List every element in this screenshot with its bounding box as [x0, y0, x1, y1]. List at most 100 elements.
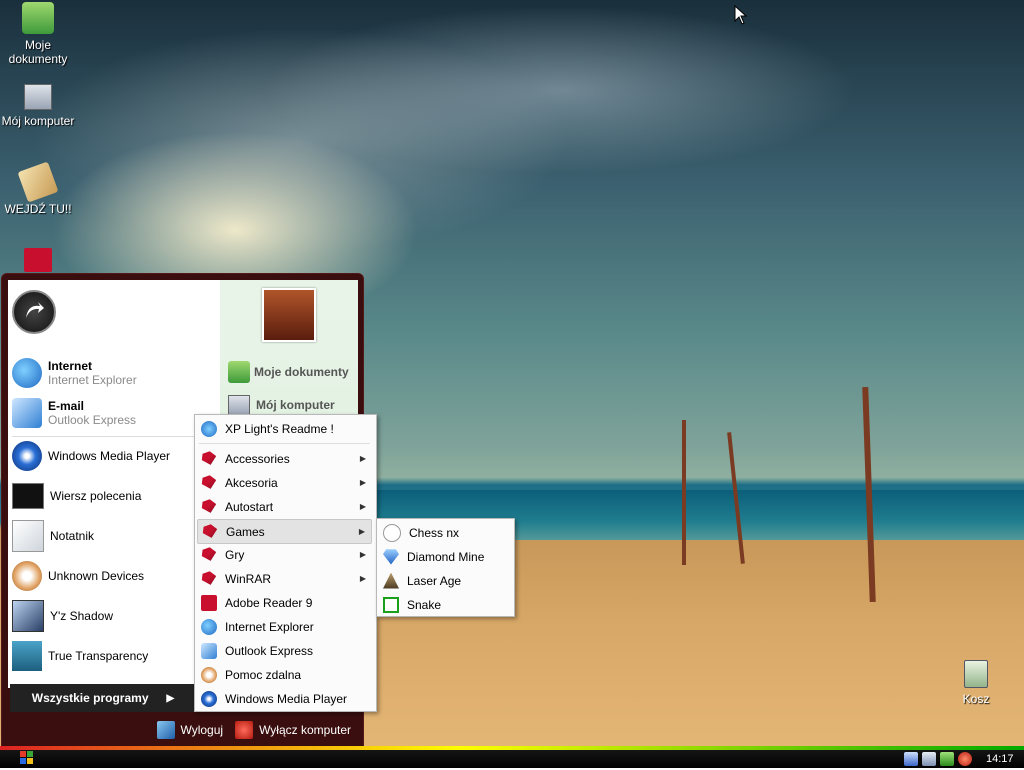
programs-item-label: Outlook Express: [225, 643, 314, 658]
start-menu-left: Internet Internet Explorer E-mail Outloo…: [8, 280, 220, 712]
desktop-icon-label: Moje dokumenty: [8, 38, 68, 66]
games-item-laser-age[interactable]: Laser Age: [379, 569, 510, 592]
programs-item-label: Pomoc zdalna: [225, 667, 302, 682]
desktop-icon-my-computer[interactable]: Mój komputer: [0, 84, 76, 128]
programs-item-label: Gry: [225, 547, 245, 562]
pinned-internet[interactable]: Internet Internet Explorer: [12, 354, 218, 392]
desktop-icon-label: WEJDŹ TU!!: [4, 202, 72, 216]
submenu-arrow-icon: ▶: [359, 574, 366, 583]
recent-command-prompt[interactable]: Wiersz polecenia: [12, 478, 218, 514]
right-item-label: Mój komputer: [256, 398, 335, 412]
mouse-cursor: [734, 5, 748, 25]
pinned-subtitle: Internet Explorer: [48, 373, 137, 387]
system-tray: 14:17: [898, 749, 1024, 768]
recent-windows-media-player[interactable]: Windows Media Player: [12, 438, 218, 474]
recent-true-transparency[interactable]: True Transparency: [12, 638, 218, 674]
programs-menu: XP Light's Readme ! Accessories ▶ Akceso…: [194, 414, 377, 712]
chevron-right-icon: ▶: [166, 692, 175, 704]
recent-label: Wiersz polecenia: [50, 489, 142, 503]
programs-item-label: Internet Explorer: [225, 619, 314, 634]
chess-icon: [383, 523, 401, 542]
adobe-reader-icon: [201, 594, 217, 611]
desktop-icon-recycle-bin[interactable]: Kosz: [938, 660, 1014, 706]
games-item-diamond-mine[interactable]: Diamond Mine: [379, 545, 510, 568]
recent-label: Notatnik: [50, 529, 95, 543]
laser-icon: [383, 572, 399, 589]
programs-item-games[interactable]: Games ▶: [197, 519, 372, 544]
media-player-icon: [12, 441, 42, 471]
start-button[interactable]: [14, 749, 40, 767]
programs-item-gry[interactable]: Gry ▶: [197, 543, 372, 566]
games-item-chess[interactable]: Chess nx: [379, 521, 510, 544]
games-item-snake[interactable]: Snake: [379, 593, 510, 616]
command-prompt-icon: [12, 483, 44, 509]
programs-item-outlook-express[interactable]: Outlook Express: [197, 639, 372, 662]
programs-item-label: Adobe Reader 9: [225, 595, 313, 610]
desktop-icon-label: Mój komputer: [1, 114, 75, 128]
programs-item-akcesoria[interactable]: Akcesoria ▶: [197, 471, 372, 494]
submenu-arrow-icon: ▶: [359, 550, 366, 559]
programs-item-readme[interactable]: XP Light's Readme !: [197, 417, 372, 440]
programs-item-adobe-reader[interactable]: Adobe Reader 9: [197, 591, 372, 614]
security-icon[interactable]: [958, 751, 972, 766]
remote-help-icon: [201, 666, 217, 683]
user-area: [12, 290, 56, 334]
menu-separator: [199, 443, 370, 444]
note-icon: [17, 161, 59, 203]
pinned-email[interactable]: E-mail Outlook Express: [12, 394, 218, 432]
programs-item-remote-help[interactable]: Pomoc zdalna: [197, 663, 372, 686]
clock[interactable]: 14:17: [986, 753, 1014, 765]
right-item-label: Moje dokumenty: [254, 365, 349, 379]
programs-item-autostart[interactable]: Autostart ▶: [197, 495, 372, 518]
recent-unknown-devices[interactable]: Unknown Devices: [12, 558, 218, 594]
programs-item-internet-explorer[interactable]: Internet Explorer: [197, 615, 372, 638]
recent-label: Windows Media Player: [48, 449, 171, 463]
pinned-subtitle: Outlook Express: [48, 413, 137, 427]
logoff-icon: [156, 721, 175, 739]
taskbar-color-strip: [0, 746, 1024, 750]
folder-icon: [201, 499, 217, 513]
windows-logo-icon: [20, 751, 33, 764]
recent-notepad[interactable]: Notatnik: [12, 518, 218, 554]
chess-pieces-avatar: [262, 288, 316, 342]
pinned-title: E-mail: [48, 399, 85, 413]
power-icon: [235, 721, 254, 739]
all-programs-button[interactable]: Wszystkie programy ▶: [10, 684, 196, 712]
desktop-icon-label: Kosz: [962, 692, 990, 706]
folder-icon: [201, 571, 217, 585]
folder-icon: [201, 475, 217, 489]
submenu-arrow-icon: ▶: [359, 478, 366, 487]
programs-item-label: XP Light's Readme !: [225, 421, 334, 436]
programs-item-media-player[interactable]: Windows Media Player: [197, 687, 372, 710]
desktop-icon-note[interactable]: WEJDŹ TU!!: [0, 161, 76, 216]
programs-item-label: Akcesoria: [225, 475, 278, 490]
network-icon[interactable]: [904, 751, 918, 766]
adobe-reader-icon: [24, 248, 52, 272]
internet-explorer-icon: [201, 618, 217, 635]
recycle-bin-icon: [964, 660, 988, 688]
update-icon[interactable]: [940, 751, 954, 766]
readme-icon: [201, 420, 217, 437]
my-documents-icon: [228, 361, 250, 383]
logoff-button[interactable]: Wyloguj: [156, 721, 223, 739]
folder-icon: [201, 547, 217, 561]
desktop-icon-adobe[interactable]: [0, 248, 76, 276]
outlook-express-icon: [201, 642, 217, 659]
programs-item-label: Games: [226, 524, 265, 539]
taskbar: 14:17: [0, 746, 1024, 768]
shutdown-button[interactable]: Wyłącz komputer: [235, 721, 351, 739]
right-item-my-documents[interactable]: Moje dokumenty: [228, 356, 356, 388]
programs-item-accessories[interactable]: Accessories ▶: [197, 447, 372, 470]
programs-item-winrar[interactable]: WinRAR ▶: [197, 567, 372, 590]
recent-label: Y'z Shadow: [50, 609, 113, 623]
notepad-icon: [12, 520, 44, 552]
my-computer-icon: [24, 84, 52, 110]
recent-yz-shadow[interactable]: Y'z Shadow: [12, 598, 218, 634]
user-icon: [26, 302, 44, 318]
internet-explorer-icon: [12, 358, 42, 388]
programs-item-label: Autostart: [225, 499, 274, 514]
desktop-icon-my-documents[interactable]: Moje dokumenty: [0, 2, 76, 66]
display-icon[interactable]: [922, 751, 936, 766]
snake-icon: [383, 596, 399, 613]
games-item-label: Diamond Mine: [407, 549, 485, 564]
